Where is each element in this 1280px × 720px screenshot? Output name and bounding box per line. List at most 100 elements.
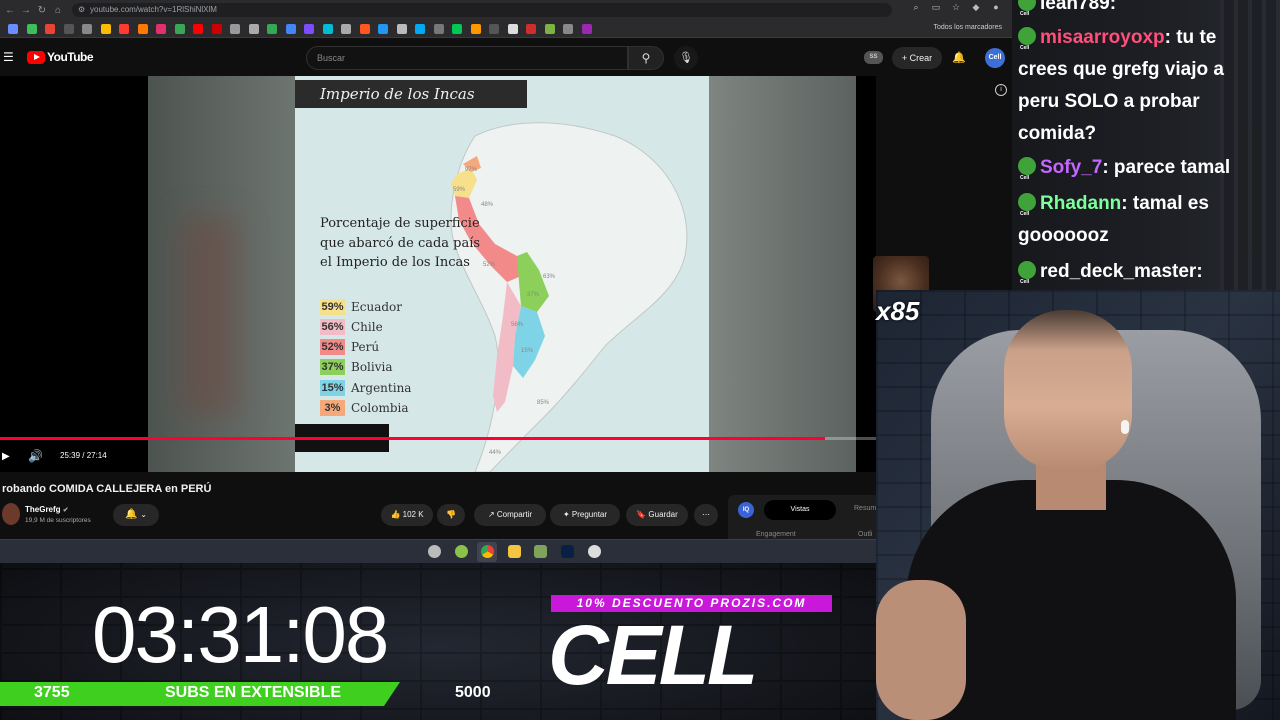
bookmark-icon[interactable] xyxy=(156,24,166,34)
bookmark-icon[interactable] xyxy=(452,24,462,34)
bookmark-icon[interactable] xyxy=(63,24,74,34)
url-field[interactable]: ⚙ youtube.com/watch?v=1RlShiNlXlM xyxy=(72,3,892,17)
profile-icon[interactable]: ● xyxy=(990,2,1002,13)
taskbar-app-icon[interactable] xyxy=(455,545,468,558)
ss-badge[interactable]: SS xyxy=(864,51,883,64)
like-button[interactable]: 👍 102 K xyxy=(381,504,433,526)
youtube-logo-icon[interactable] xyxy=(27,51,45,64)
bookmark-icon[interactable] xyxy=(526,24,536,34)
bookmark-icon[interactable] xyxy=(359,24,370,34)
bookmark-icon[interactable] xyxy=(581,24,592,34)
chrome-icon[interactable] xyxy=(481,545,494,558)
chat-message: Rhadann: tamal es gooooooz xyxy=(1018,188,1268,252)
chat-text: : xyxy=(1196,261,1203,282)
star-icon[interactable]: ☆ xyxy=(950,2,962,13)
tab-resumen[interactable]: Resum xyxy=(854,505,876,512)
bookmark-icon[interactable] xyxy=(415,24,425,34)
legend-country: Ecuador xyxy=(351,299,403,314)
video-player[interactable]: 97% 59% 48% 52% 37% 63% 56% 15% 85% 44% … xyxy=(0,76,876,472)
cast-icon[interactable]: ▭ xyxy=(930,2,942,13)
chat-username[interactable]: Sofy_7 xyxy=(1040,157,1102,178)
extension-icon[interactable]: ◆ xyxy=(970,2,982,13)
search-icon[interactable]: ⚲ xyxy=(628,46,664,70)
slide-heading: Porcentaje de superficie que abarcó de c… xyxy=(320,216,481,270)
taskbar-app-icon[interactable] xyxy=(534,545,547,558)
stream-chat: lean789: misaarroyoxp: tu te crees que g… xyxy=(1012,0,1280,290)
chat-username[interactable]: red_deck_master xyxy=(1040,261,1196,282)
bookmark-icon[interactable] xyxy=(433,24,444,34)
bookmark-icon[interactable] xyxy=(378,24,388,34)
ask-button[interactable]: ✦ Preguntar xyxy=(550,504,620,526)
info-icon[interactable]: i xyxy=(995,84,1007,96)
legend-percent: 37% xyxy=(320,359,345,376)
subscription-bell-button[interactable]: 🔔 ⌄ xyxy=(113,504,159,526)
chat-username[interactable]: lean789 xyxy=(1040,0,1110,14)
streamer-arm xyxy=(876,580,966,720)
chat-username[interactable]: misaarroyoxp xyxy=(1040,27,1165,48)
site-info-icon[interactable]: ⚙ xyxy=(78,3,85,17)
bookmark-icon[interactable] xyxy=(82,24,92,34)
channel-name[interactable]: TheGrefg ✔ xyxy=(25,505,69,514)
bookmark-icon[interactable] xyxy=(211,24,222,34)
search-input[interactable]: Buscar xyxy=(306,46,628,70)
subs-current: 3755 xyxy=(34,684,70,701)
zoom-icon[interactable]: ⌕ xyxy=(910,2,922,13)
bookmark-icon[interactable] xyxy=(193,24,203,34)
bookmark-icon[interactable] xyxy=(267,24,277,34)
chat-text: : xyxy=(1109,0,1117,14)
photoshop-icon[interactable] xyxy=(561,545,574,558)
video-slide: 97% 59% 48% 52% 37% 63% 56% 15% 85% 44% … xyxy=(295,76,709,472)
more-actions-button[interactable]: ⋯ xyxy=(694,504,718,526)
microphone-icon[interactable]: 🎙 xyxy=(674,46,698,70)
bookmark-icon[interactable] xyxy=(304,24,314,34)
share-button[interactable]: ↗ Compartir xyxy=(474,504,546,526)
create-button[interactable]: + Crear xyxy=(892,47,942,69)
bookmark-icon[interactable] xyxy=(137,24,148,34)
channel-avatar[interactable] xyxy=(2,503,20,525)
bookmark-icon[interactable] xyxy=(396,24,407,34)
iq-badge[interactable]: IQ xyxy=(738,502,754,518)
volume-icon[interactable]: 🔊 xyxy=(28,449,43,463)
youtube-wordmark[interactable]: YouTube xyxy=(47,50,94,64)
create-label: Crear xyxy=(909,53,933,63)
bookmark-icon[interactable] xyxy=(507,24,518,34)
tab-vistas[interactable]: Vistas xyxy=(764,500,836,520)
share-label: Compartir xyxy=(496,510,533,519)
taskbar-app-icon[interactable] xyxy=(428,545,441,558)
bookmark-icon[interactable] xyxy=(489,24,499,34)
play-icon[interactable]: ▶ xyxy=(2,451,10,462)
video-title: robando COMIDA CALLEJERA en PERÚ xyxy=(2,483,212,495)
bookmark-icon[interactable] xyxy=(230,24,240,34)
bookmark-icon[interactable] xyxy=(8,24,18,34)
progress-bar[interactable] xyxy=(0,437,876,440)
folder-icon[interactable] xyxy=(508,545,521,558)
bookmark-icon[interactable] xyxy=(322,24,333,34)
taskbar-app-icon[interactable] xyxy=(588,545,601,558)
bookmark-icon[interactable] xyxy=(470,24,481,34)
bookmark-icon[interactable] xyxy=(544,24,555,34)
bookmark-icon[interactable] xyxy=(285,24,296,34)
chat-message: Sofy_7: parece tamal xyxy=(1018,152,1268,194)
user-avatar[interactable]: Cell xyxy=(985,48,1005,68)
bookmark-icon[interactable] xyxy=(45,24,55,34)
notifications-icon[interactable]: 🔔 xyxy=(952,51,966,64)
save-button[interactable]: 🔖 Guardar xyxy=(626,504,688,526)
bookmark-icon[interactable] xyxy=(248,24,259,34)
bookmark-icon[interactable] xyxy=(119,24,129,34)
bookmark-icon[interactable] xyxy=(100,24,111,34)
chat-badge-icon xyxy=(1018,260,1036,290)
bookmark-icon[interactable] xyxy=(341,24,351,34)
all-bookmarks-link[interactable]: Todos los marcadores xyxy=(934,24,1002,31)
home-icon[interactable]: ⌂ xyxy=(48,5,68,16)
timecode: 25:39 / 27:14 xyxy=(60,451,107,460)
bookmark-icon[interactable] xyxy=(174,24,185,34)
dislike-button[interactable]: 👎 xyxy=(437,504,465,526)
engagement-label: Engagement xyxy=(756,531,796,538)
chat-username[interactable]: Rhadann xyxy=(1040,193,1121,214)
legend-row: 56% Chile xyxy=(320,318,411,335)
legend-country: Bolivia xyxy=(351,360,393,375)
bookmark-icon[interactable] xyxy=(26,24,37,34)
bookmark-icon[interactable] xyxy=(563,24,573,34)
menu-icon[interactable]: ☰ xyxy=(3,50,14,64)
progress-fill xyxy=(0,437,826,440)
